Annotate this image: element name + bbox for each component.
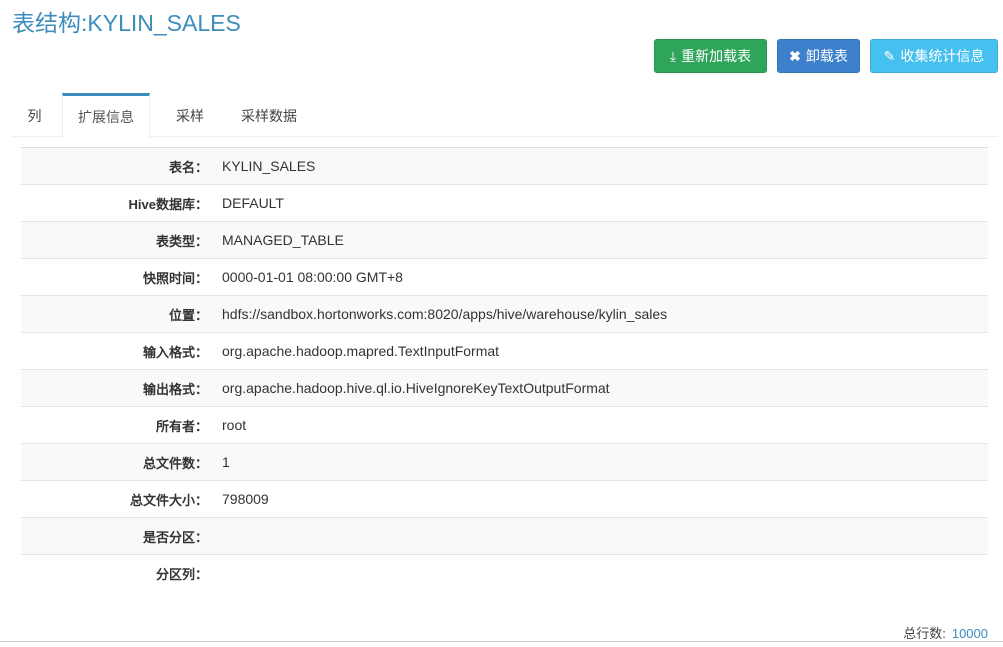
table-row: 位置： hdfs://sandbox.hortonworks.com:8020/a…	[21, 296, 988, 333]
total-rows: 总行数: 10000	[903, 623, 988, 642]
row-label: 输入格式：	[142, 344, 208, 360]
unload-table-button[interactable]: ✖ 卸载表	[777, 39, 860, 73]
extended-info-table: 表名： KYLIN_SALES Hive数据库： DEFAULT 表类型： MANAGED…	[21, 147, 988, 592]
table-row: 表类型： MANAGED_TABLE	[21, 222, 988, 259]
total-rows-label: 总行数:	[903, 626, 946, 641]
reload-table-button[interactable]: ⤓ 重新加载表	[654, 39, 767, 73]
row-label: 总文件数：	[142, 455, 208, 471]
divider	[0, 641, 1003, 642]
table-row: 快照时间： 0000-01-01 08:00:00 GMT+8	[21, 259, 988, 296]
collect-stats-button[interactable]: ✎ 收集统计信息	[870, 39, 998, 73]
table-row: 总文件大小： 798009	[21, 481, 988, 518]
collect-label: 收集统计信息	[900, 48, 985, 64]
row-label: 快照时间：	[142, 270, 208, 286]
close-icon: ✖	[789, 47, 801, 64]
table-row: Hive数据库： DEFAULT	[21, 185, 988, 222]
row-value: root	[222, 417, 247, 433]
table-row: 是否分区：	[21, 518, 988, 555]
row-label: 位置：	[168, 307, 208, 323]
table-row: 所有者： root	[21, 407, 988, 444]
tab-sample-data[interactable]: 采样数据	[230, 93, 308, 137]
row-value: org.apache.hadoop.hive.ql.io.HiveIgnoreK…	[222, 380, 610, 396]
row-value: 1	[222, 454, 230, 470]
row-label: 是否分区：	[142, 529, 208, 545]
total-rows-value: 10000	[951, 626, 988, 641]
tab-bar: 列 扩展信息 采样 采样数据	[12, 93, 998, 138]
row-label: 分区列：	[155, 567, 208, 582]
row-label: 输出格式：	[142, 381, 208, 397]
row-value: org.apache.hadoop.mapred.TextInputFormat	[222, 343, 500, 359]
table-row: 总文件数： 1	[21, 444, 988, 481]
row-label: 表类型：	[155, 233, 208, 249]
row-value: DEFAULT	[222, 195, 284, 211]
row-value: KYLIN_SALES	[222, 158, 316, 174]
tab-extended-info[interactable]: 扩展信息	[62, 93, 150, 138]
reload-label: 重新加载表	[681, 48, 752, 64]
table-row: 表名： KYLIN_SALES	[21, 148, 988, 185]
row-value: MANAGED_TABLE	[222, 232, 344, 248]
row-value: 0000-01-01 08:00:00 GMT+8	[222, 269, 403, 285]
tab-columns[interactable]: 列	[12, 93, 57, 137]
table-row: 输入格式： org.apache.hadoop.mapred.TextInputF…	[21, 333, 988, 370]
row-value: hdfs://sandbox.hortonworks.com:8020/apps…	[222, 306, 668, 322]
table-row: 分区列：	[21, 555, 988, 592]
row-label: 总文件大小：	[129, 492, 208, 508]
tab-sampling[interactable]: 采样	[162, 93, 218, 137]
row-label: 表名：	[168, 159, 208, 175]
row-label: Hive数据库：	[128, 196, 208, 212]
row-label: 所有者：	[155, 418, 208, 434]
table-row: 输出格式： org.apache.hadoop.hive.ql.io.HiveIg…	[21, 370, 988, 407]
page-title: 表结构:KYLIN_SALES	[12, 10, 241, 36]
unload-label: 卸载表	[805, 48, 848, 64]
download-icon: ⤓	[669, 47, 677, 64]
eyedropper-icon: ✎	[883, 47, 896, 64]
row-value: 798009	[222, 491, 269, 507]
